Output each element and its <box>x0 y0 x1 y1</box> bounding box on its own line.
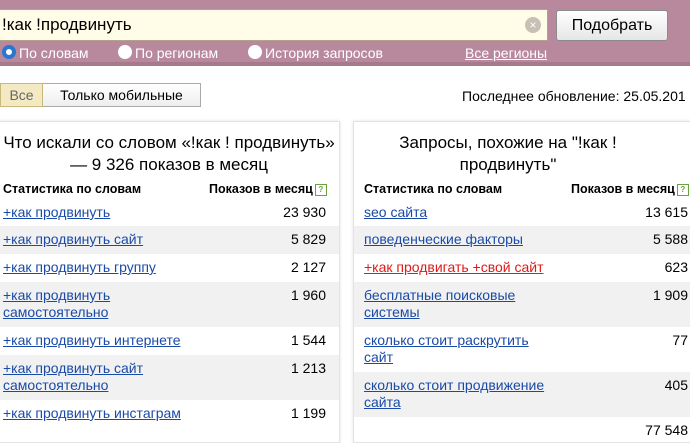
filter-all-button[interactable]: Все <box>0 83 43 107</box>
impressions-count: 77 <box>672 332 688 348</box>
table-row: +как продвинуть инстаграм 1 199 <box>0 400 339 428</box>
table-row: сколько стоит раскрутить сайт 77 <box>354 327 690 372</box>
impressions-count: 1 544 <box>290 332 326 348</box>
panel-title: Что искали со словом «!как ! продвинуть»… <box>3 133 335 174</box>
help-icon[interactable]: ? <box>676 183 689 196</box>
radio-by-regions[interactable] <box>118 45 132 59</box>
column-header-count: Показов в месяц? <box>571 181 689 197</box>
phrase-link[interactable]: +как продвинуть группу <box>3 259 203 276</box>
impressions-count: 5 829 <box>290 231 326 247</box>
impressions-count: 2 127 <box>290 259 326 275</box>
table-row: +как продвинуть самостоятельно 1 960 <box>0 282 339 327</box>
header-bottom-strip <box>0 62 690 66</box>
column-header-count-label: Показов в месяц <box>571 182 675 196</box>
impressions-count: 405 <box>664 377 688 393</box>
column-header-count-label: Показов в месяц <box>209 182 313 196</box>
impressions-count: 13 615 <box>645 204 688 220</box>
table-row: +как продвинуть группу 2 127 <box>0 254 339 282</box>
table-row: бесплатные поисковые системы 1 909 <box>354 282 690 327</box>
table-row: +как продвигать +свой сайт 623 <box>354 254 690 282</box>
table-row: +как продвинуть сайт 5 829 <box>0 226 339 254</box>
radio-history[interactable] <box>248 45 262 59</box>
radio-by-words[interactable] <box>2 45 16 59</box>
help-icon[interactable]: ? <box>314 183 327 196</box>
phrase-link[interactable]: +как продвинуть инстаграм <box>3 405 203 422</box>
phrase-link[interactable]: +как продвинуть самостоятельно <box>3 287 203 321</box>
phrase-link[interactable]: +как продвигать +свой сайт <box>364 259 549 276</box>
impressions-count: 5 588 <box>652 231 688 247</box>
column-header-phrase: Статистика по словам <box>3 182 142 196</box>
similar-queries-panel: Запросы, похожие на "!как ! продвинуть" … <box>353 121 690 443</box>
phrase-link[interactable]: seo сайта <box>364 204 549 221</box>
table-row: seo сайта 13 615 <box>354 199 690 226</box>
table-row: +как продвинуть 23 930 <box>0 199 339 226</box>
table-row: сколько стоит продвижение сайта 405 <box>354 372 690 417</box>
radio-label-by-words[interactable]: По словам <box>19 44 89 62</box>
search-input[interactable]: !как !продвинуть <box>0 9 548 41</box>
filter-mobile-button[interactable]: Только мобильные <box>43 83 201 107</box>
phrase-link[interactable]: +как продвинуть интернете <box>3 332 203 349</box>
panel-title: Запросы, похожие на "!как ! продвинуть" <box>399 133 617 174</box>
phrase-link[interactable]: +как продвинуть сайт <box>3 231 203 248</box>
search-header: !как !продвинуть × Подобрать По словам П… <box>0 0 690 66</box>
submit-button[interactable]: Подобрать <box>556 10 668 41</box>
impressions-count: 23 930 <box>283 204 326 220</box>
phrase-link[interactable]: сколько стоит раскрутить сайт <box>364 332 549 366</box>
impressions-count: 1 213 <box>290 360 326 376</box>
column-header-phrase: Статистика по словам <box>364 182 503 196</box>
radio-label-history[interactable]: История запросов <box>265 44 383 62</box>
impressions-count: 1 199 <box>290 405 326 421</box>
table-row: +как продвинуть сайт самостоятельно 1 21… <box>0 355 339 400</box>
clear-icon[interactable]: × <box>525 17 541 33</box>
last-update-text: Последнее обновление: 25.05.201 <box>462 88 686 104</box>
impressions-count: 623 <box>664 259 688 275</box>
phrase-link[interactable]: +как продвинуть <box>3 204 203 221</box>
impressions-count: 1 909 <box>652 287 688 303</box>
all-regions-link[interactable]: Все регионы <box>465 44 547 62</box>
phrase-link[interactable]: сколько стоит продвижение сайта <box>364 377 549 411</box>
word-stats-panel: Что искали со словом «!как ! продвинуть»… <box>0 121 340 443</box>
phrase-link[interactable]: бесплатные поисковые системы <box>364 287 549 321</box>
table-row: 77 548 <box>354 417 690 442</box>
impressions-count: 1 960 <box>290 287 326 303</box>
table-row: +как продвинуть интернете 1 544 <box>0 327 339 355</box>
impressions-count: 77 548 <box>645 422 688 438</box>
column-header-count: Показов в месяц? <box>209 181 327 197</box>
table-row: поведенческие факторы 5 588 <box>354 226 690 254</box>
radio-label-by-regions[interactable]: По регионам <box>135 44 218 62</box>
phrase-link[interactable]: +как продвинуть сайт самостоятельно <box>3 360 203 394</box>
phrase-link[interactable]: поведенческие факторы <box>364 231 549 248</box>
